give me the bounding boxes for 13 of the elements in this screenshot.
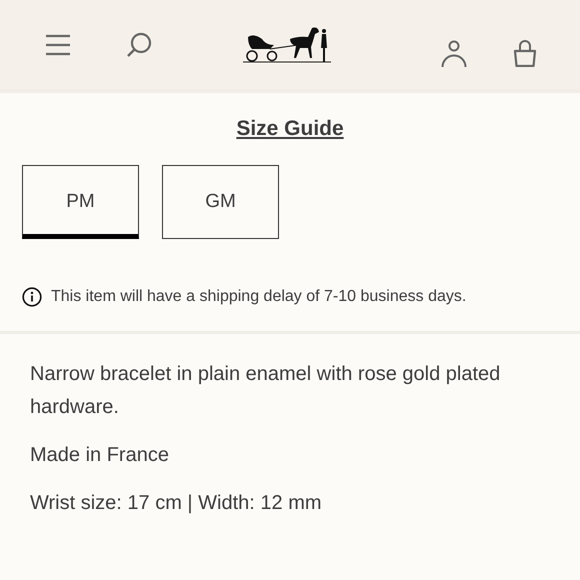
carriage-drawing[interactable] bbox=[242, 24, 332, 64]
size-option[interactable]: GM bbox=[162, 165, 279, 239]
search-icon[interactable] bbox=[126, 32, 152, 58]
description-text: Wrist size: 17 cm | Width: 12 mm bbox=[30, 491, 323, 516]
description-text: Made in France bbox=[30, 443, 170, 468]
description-text: Narrow bracelet in plain enamel with rose gold plated hardware. bbox=[30, 362, 502, 420]
shopping-bag-icon[interactable] bbox=[512, 40, 538, 67]
person-icon[interactable] bbox=[441, 40, 467, 68]
size-guide-link[interactable]: Size Guide bbox=[236, 117, 344, 140]
size-option[interactable]: PM bbox=[22, 165, 139, 239]
info-icon bbox=[22, 287, 42, 307]
shipping-notice: This item will have a shipping delay of 7-10 business days. bbox=[51, 288, 466, 306]
menu-icon[interactable] bbox=[45, 34, 71, 56]
